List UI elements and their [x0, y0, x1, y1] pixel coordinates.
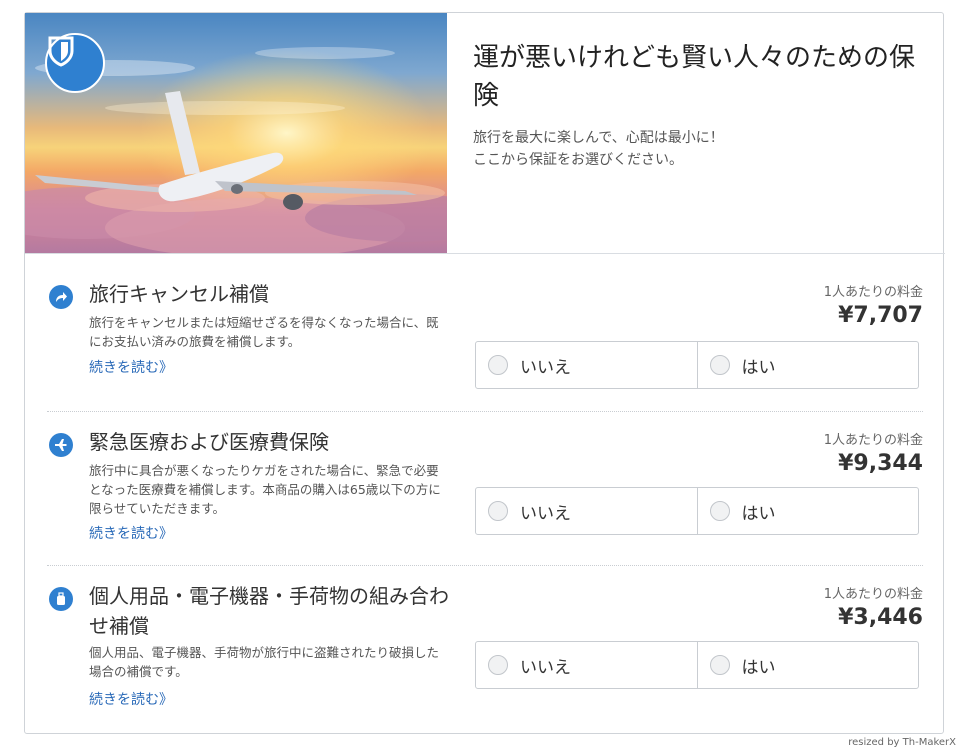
option-yes-label: はい — [741, 657, 776, 678]
shield-badge — [45, 33, 105, 93]
read-more-link[interactable]: 続きを読む》 — [89, 689, 173, 709]
option-no[interactable]: いいえ — [476, 342, 697, 388]
radio-yes[interactable] — [709, 355, 730, 375]
radio-no[interactable] — [488, 355, 508, 375]
option-yes-label: はい — [741, 503, 776, 524]
coverage-title: 旅行キャンセル補償 — [89, 282, 269, 306]
read-more-link[interactable]: 続きを読む》 — [89, 523, 173, 543]
option-no-label: いいえ — [520, 357, 571, 378]
radio-no[interactable] — [488, 501, 508, 521]
option-no-label: いいえ — [520, 503, 571, 524]
coverage-description: 旅行中に具合が悪くなったりケガをされた場合に、緊急で必要となった医療費を補償しま… — [89, 463, 441, 516]
price-value: ¥7,707 — [838, 303, 923, 328]
page-title: 運が悪いけれども賢い人々のための保険 — [473, 43, 916, 111]
coverage-description: 個人用品、電子機器、手荷物が旅行中に盗難されたり破損した場合の補償です。 — [89, 645, 440, 679]
option-no-label: いいえ — [520, 657, 571, 678]
radio-no[interactable] — [488, 655, 508, 675]
hero-section: 運が悪いけれども賢い人々のための保険 旅行を最大に楽しんで、心配は最小に！ ここ… — [25, 13, 945, 254]
coverage-choice-group: いいえ はい — [475, 641, 919, 689]
resize-credit: resized by Th-MakerX — [848, 737, 956, 748]
coverage-title: 緊急医療および医療費保険 — [89, 430, 329, 454]
option-no[interactable]: いいえ — [476, 488, 697, 534]
price-label: 1人あたりの料金 — [823, 285, 923, 300]
share-arrow-icon — [49, 285, 73, 309]
hero-image — [25, 13, 447, 253]
read-more-link[interactable]: 続きを読む》 — [89, 357, 173, 377]
option-yes[interactable]: はい — [696, 642, 919, 688]
price-value: ¥9,344 — [838, 451, 923, 476]
coverage-title: 個人用品・電子機器・手荷物の組み合わせ補償 — [89, 584, 449, 638]
option-no[interactable]: いいえ — [476, 642, 697, 688]
radio-yes[interactable] — [709, 655, 730, 675]
page-subtitle: 旅行を最大に楽しんで、心配は最小に！ ここから保証をお選びください。 — [473, 130, 724, 168]
coverage-choice-group: いいえ はい — [475, 487, 919, 535]
price-label: 1人あたりの料金 — [823, 587, 923, 602]
hero-text: 運が悪いけれども賢い人々のための保険 旅行を最大に楽しんで、心配は最小に！ ここ… — [473, 39, 923, 171]
luggage-icon — [49, 587, 73, 611]
option-yes-label: はい — [741, 357, 776, 378]
option-yes[interactable]: はい — [696, 342, 919, 388]
airplane-icon — [49, 433, 73, 457]
option-yes[interactable]: はい — [696, 488, 919, 534]
price-label: 1人あたりの料金 — [823, 433, 923, 448]
radio-yes[interactable] — [709, 501, 730, 521]
divider — [47, 565, 923, 566]
coverage-choice-group: いいえ はい — [475, 341, 919, 389]
coverage-description: 旅行をキャンセルまたは短縮せざるを得なくなった場合に、既にお支払い済みの旅費を補… — [89, 315, 439, 349]
divider — [47, 411, 923, 412]
insurance-card: 運が悪いけれども賢い人々のための保険 旅行を最大に楽しんで、心配は最小に！ ここ… — [24, 12, 945, 734]
price-value: ¥3,446 — [838, 605, 923, 630]
